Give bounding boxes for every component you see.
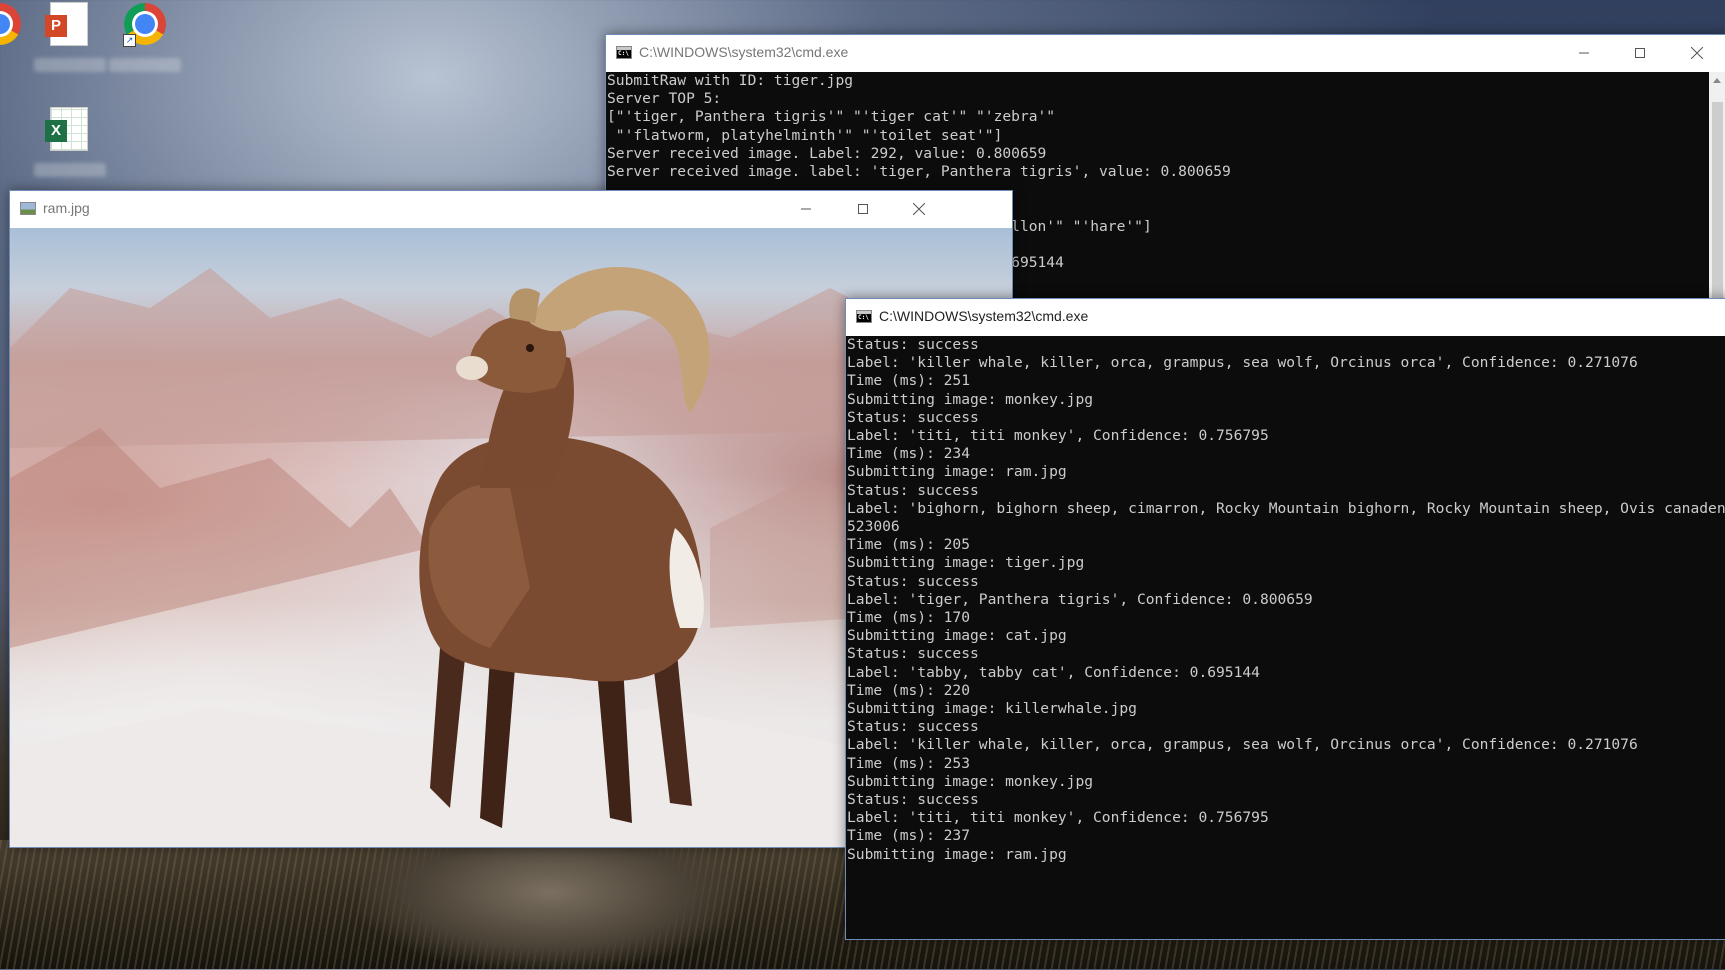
window-title: C:\WINDOWS\system32\cmd.exe	[639, 44, 849, 60]
minimize-button[interactable]	[783, 191, 829, 227]
maximize-icon	[858, 204, 868, 214]
console-line: Status: success	[847, 408, 979, 426]
scroll-thumb[interactable]	[1712, 102, 1723, 302]
maximize-button[interactable]	[840, 191, 886, 227]
image-icon	[20, 202, 36, 215]
console-line: Label: 'killer whale, killer, orca, gram…	[847, 736, 1638, 754]
minimize-icon	[1579, 52, 1589, 54]
cmd-icon	[616, 46, 632, 59]
console-line: "'flatworm, platyhelminth'" "'toilet sea…	[607, 126, 1003, 144]
console-line: Submitting image: monkey.jpg	[847, 390, 1094, 408]
title-bar[interactable]: ram.jpg	[10, 191, 1012, 227]
chrome-shortcut-icon[interactable]: ↗	[109, 0, 181, 72]
console-line: Time (ms): 234	[847, 445, 971, 463]
chrome-icon[interactable]	[0, 0, 30, 60]
console-line: Status: success	[847, 718, 979, 736]
console-line: Time (ms): 205	[847, 536, 971, 554]
window-title: C:\WINDOWS\system32\cmd.exe	[879, 308, 1089, 324]
powerpoint-icon[interactable]	[34, 0, 106, 72]
console-line: Time (ms): 237	[847, 827, 971, 845]
cmd-window-front[interactable]: C:\WINDOWS\system32\cmd.exe Status: succ…	[845, 298, 1725, 940]
console-line: SubmitRaw with ID: tiger.jpg	[607, 72, 854, 89]
title-bar[interactable]: C:\WINDOWS\system32\cmd.exe	[846, 299, 1725, 335]
cmd-icon	[856, 310, 872, 323]
title-bar[interactable]: C:\WINDOWS\system32\cmd.exe	[606, 35, 1725, 71]
console-line: ["'tiger, Panthera tigris'" "'tiger cat'…	[607, 108, 1056, 126]
powerpoint-logo-icon	[45, 2, 88, 46]
console-line: Submitting image: monkey.jpg	[847, 772, 1094, 790]
console-line: Time (ms): 251	[847, 372, 971, 390]
console-line: Server TOP 5:	[607, 90, 722, 108]
console-line: Label: 'bighorn, bighorn sheep, cimarron…	[847, 499, 1725, 517]
console-line: 523006	[847, 518, 900, 536]
minimize-icon	[801, 208, 811, 210]
console-line: Submitting image: cat.jpg	[847, 627, 1067, 645]
console-output[interactable]: Status: success Label: 'killer whale, kil…	[846, 336, 1725, 939]
icon-label	[34, 58, 106, 72]
shortcut-arrow-icon: ↗	[123, 34, 136, 47]
console-line: Status: success	[847, 336, 979, 353]
maximize-icon	[1635, 48, 1645, 58]
console-line: Server received image. Label: 292, value…	[607, 144, 1047, 162]
close-button[interactable]	[896, 191, 942, 227]
scrollbar[interactable]	[1709, 72, 1725, 305]
close-icon	[913, 203, 925, 215]
console-line: Status: success	[847, 791, 979, 809]
console-line: Server received image. label: 'tiger, Pa…	[607, 163, 1231, 181]
console-line: Label: 'killer whale, killer, orca, gram…	[847, 354, 1638, 372]
icon-label	[109, 58, 181, 72]
excel-icon[interactable]	[34, 105, 106, 177]
console-line: Status: success	[847, 481, 979, 499]
close-button[interactable]	[1674, 35, 1720, 71]
console-line: Time (ms): 170	[847, 609, 971, 627]
console-line: Label: 'tiger, Panthera tigris', Confide…	[847, 590, 1313, 608]
console-line: Submitting image: ram.jpg	[847, 845, 1067, 863]
console-line: Time (ms): 220	[847, 681, 971, 699]
console-line: Label: 'titi, titi monkey', Confidence: …	[847, 809, 1269, 827]
icon-label	[34, 163, 106, 177]
excel-logo-icon	[45, 107, 88, 151]
scroll-up-icon[interactable]	[1713, 78, 1721, 83]
console-line: Status: success	[847, 645, 979, 663]
console-line: Time (ms): 253	[847, 754, 971, 772]
console-line: Submitting image: killerwhale.jpg	[847, 700, 1137, 718]
close-icon	[1691, 47, 1703, 59]
console-line: Status: success	[847, 572, 979, 590]
maximize-button[interactable]	[1617, 35, 1663, 71]
chrome-logo-icon	[0, 3, 21, 45]
console-line: Label: 'titi, titi monkey', Confidence: …	[847, 427, 1269, 445]
console-line: Label: 'tabby, tabby cat', Confidence: 0…	[847, 663, 1260, 681]
window-title: ram.jpg	[43, 200, 90, 216]
minimize-button[interactable]	[1561, 35, 1607, 71]
console-line: Submitting image: ram.jpg	[847, 463, 1067, 481]
console-line: Submitting image: tiger.jpg	[847, 554, 1085, 572]
